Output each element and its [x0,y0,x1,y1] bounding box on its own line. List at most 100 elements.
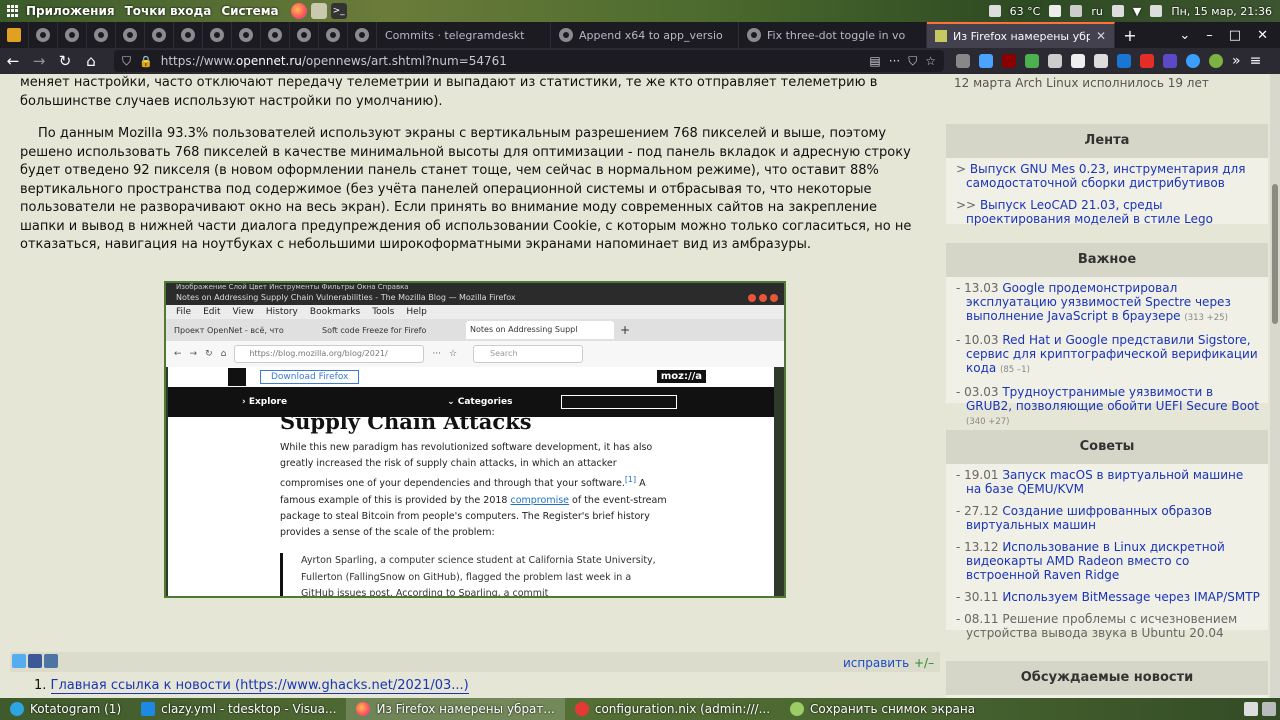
workspace-icon[interactable] [1244,702,1258,716]
reader-mode-icon[interactable]: ▤ [869,54,880,68]
menu-applications[interactable]: Приложения [26,4,115,18]
github-icon [65,28,79,42]
important-item[interactable]: - 10.03 Red Hat и Google представили Sig… [952,333,1260,377]
extension-icon[interactable] [1209,54,1223,68]
tip-item[interactable]: - 19.01 Запуск macOS в виртуальной машин… [952,468,1260,496]
extension-icon[interactable] [1094,54,1108,68]
pinned-tab[interactable] [290,22,319,48]
library-icon[interactable] [956,54,970,68]
task-config-editor[interactable]: configuration.nix (admin:///... [565,698,780,720]
clock-icon[interactable] [1186,54,1200,68]
tab-fix-three-dot[interactable]: Fix three-dot toggle in vo [739,22,927,48]
url-text[interactable]: https://www.opennet.ru/opennews/art.shtm… [161,54,862,68]
youtube-icon[interactable] [1140,54,1154,68]
rating-control[interactable]: +/– [914,656,934,670]
menu-places[interactable]: Точки входа [125,4,212,18]
tab-firefox-news[interactable]: Из Firefox намерены убр ✕ [927,22,1115,48]
terminal-launcher-icon[interactable]: >_ [330,3,347,19]
pinned-tab[interactable] [116,22,145,48]
system-top-panel: Приложения Точки входа Система >_ 63 °C … [0,0,1280,22]
pinned-tab[interactable] [174,22,203,48]
overflow-menu-icon[interactable]: » [1232,53,1241,69]
files-launcher-icon[interactable] [310,3,327,19]
pinned-tab[interactable] [58,22,87,48]
network-icon[interactable]: ▼ [1133,5,1141,18]
new-tab-button[interactable]: + [1115,22,1145,48]
explore-label: › Explore [242,397,288,407]
tip-item[interactable]: - 08.11 Решение проблемы с исчезновением… [952,612,1260,640]
github-icon [326,28,340,42]
scrollbar-thumb[interactable] [1272,184,1278,324]
important-item[interactable]: - 03.03 Трудноустранимые уязвимости в GR… [952,385,1260,429]
datetime[interactable]: Пн, 15 мар, 21:36 [1171,5,1272,18]
pinned-tab[interactable] [232,22,261,48]
extension-icon[interactable] [1163,54,1177,68]
feed-item[interactable]: > Выпуск GNU Mes 0.23, инструментария дл… [952,162,1260,190]
bookmark-star-icon[interactable]: ☆ [925,54,936,68]
extension-icon[interactable] [1025,54,1039,68]
feed-item[interactable]: >> Выпуск LeoCAD 21.03, среды проектиров… [952,198,1260,226]
workspace-icon[interactable] [1262,702,1276,716]
tip-item[interactable]: - 30.11 Используем BitMessage через IMAP… [952,590,1260,604]
forward-icon[interactable]: → [26,52,52,70]
extension-icon[interactable] [1048,54,1062,68]
close-tab-icon[interactable]: ✕ [1096,29,1106,43]
minimize-icon[interactable]: – [1206,28,1213,43]
tab-commits[interactable]: Commits · telegramdeskt [377,22,551,48]
hamburger-menu-icon[interactable]: ≡ [1250,53,1262,69]
menu-system[interactable]: Система [221,4,278,18]
task-screenshot[interactable]: Сохранить снимок экрана [780,698,985,720]
github-icon [36,28,50,42]
twitter-icon[interactable] [12,654,26,668]
extension-icon[interactable] [1117,54,1131,68]
pinned-tab[interactable] [203,22,232,48]
pinned-tab[interactable] [145,22,174,48]
pocket-icon[interactable]: ⛉ [908,54,917,69]
embedded-menubar: File Edit View History Bookmarks Tools Help [166,305,784,319]
close-window-icon[interactable]: ✕ [1257,28,1268,43]
page-actions-icon[interactable]: ··· [889,54,900,68]
article-screenshot[interactable]: Изображение Слой Цвет Инструменты Фильтр… [164,281,786,598]
updates-icon[interactable] [1111,5,1124,17]
task-vscode[interactable]: clazy.yml - tdesktop - Visua... [131,698,346,720]
vk-icon[interactable] [44,654,58,668]
keyboard-layout[interactable]: ru [1091,5,1103,18]
task-kotatogram[interactable]: Kotatogram (1) [0,698,131,720]
reload-icon[interactable]: ↻ [52,52,78,70]
apps-grid-icon[interactable] [7,5,19,17]
home-icon[interactable]: ⌂ [78,52,104,70]
task-firefox[interactable]: Из Firefox намерены убрат... [346,698,565,720]
pinned-tab[interactable] [87,22,116,48]
mail-icon[interactable] [1049,5,1062,17]
pinned-tab[interactable] [29,22,58,48]
address-bar[interactable]: ⛉ 🔒 https://www.opennet.ru/opennews/art.… [114,50,944,72]
lock-icon[interactable]: 🔒 [139,55,153,68]
maximize-icon[interactable]: □ [1229,28,1241,43]
tab-append-x64[interactable]: Append x64 to app_versio [551,22,739,48]
shield-icon[interactable]: ⛉ [122,54,131,69]
tip-item[interactable]: - 13.12 Использование в Linux дискретной… [952,540,1260,582]
extension-icon[interactable] [1071,54,1085,68]
temperature: 63 °C [1009,4,1041,18]
pinned-tab[interactable] [348,22,377,48]
tip-item[interactable]: - 27.12 Создание шифрованных образов вир… [952,504,1260,532]
pinned-tab[interactable] [319,22,348,48]
edit-link[interactable]: исправить [843,656,909,670]
firefox-launcher-icon[interactable] [290,3,307,19]
github-icon [94,28,108,42]
back-icon[interactable]: ← [0,52,26,70]
keyboard-icon[interactable] [1070,5,1083,17]
pinned-tab[interactable] [261,22,290,48]
important-item[interactable]: - 13.03 Google продемонстрировал эксплуа… [952,281,1260,325]
downloads-icon[interactable] [979,54,993,68]
github-icon [268,28,282,42]
pinned-tab[interactable] [0,22,29,48]
facebook-icon[interactable] [28,654,42,668]
volume-icon[interactable] [1150,5,1163,17]
mozilla-logo: moz://a [656,370,706,383]
main-news-link[interactable]: Главная ссылка к новости (https://www.gh… [50,678,469,694]
ublock-icon[interactable] [1002,54,1016,68]
tab-list-icon[interactable]: ⌄ [1179,28,1190,43]
important-title: Важное [946,243,1268,277]
page-scrollbar[interactable] [1270,74,1280,698]
